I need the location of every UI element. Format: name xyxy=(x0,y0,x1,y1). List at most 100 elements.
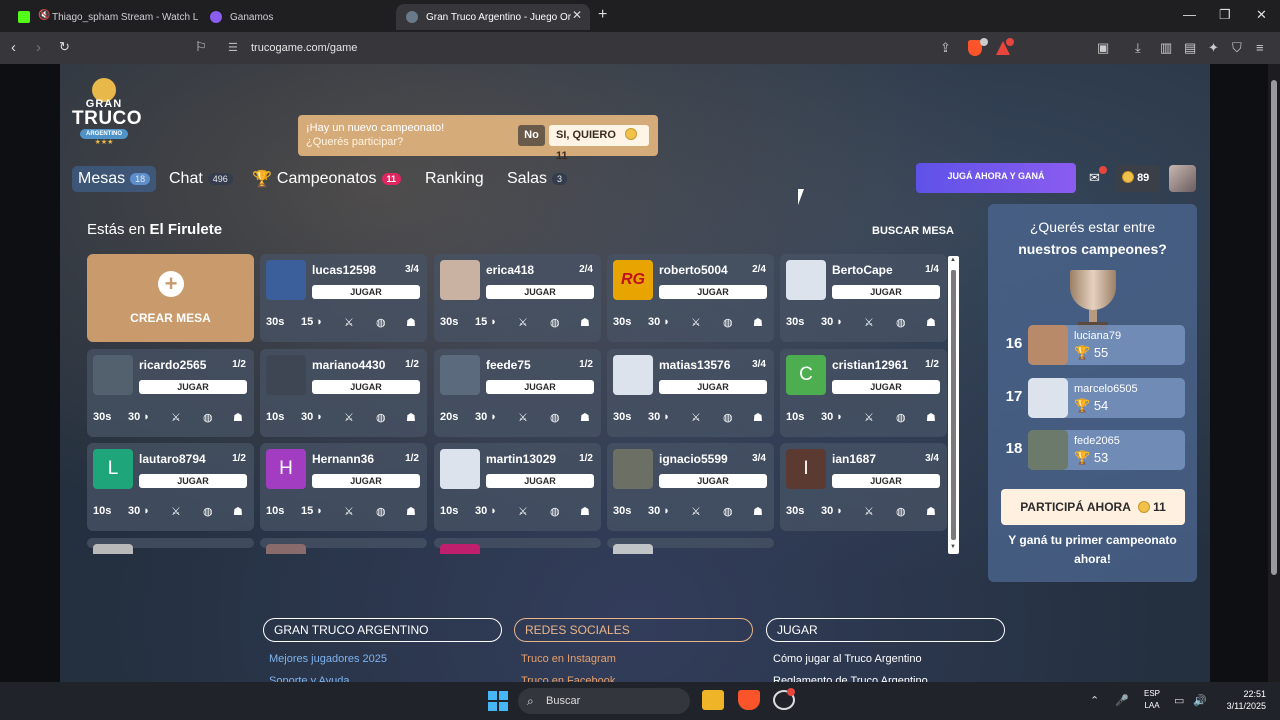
accept-button[interactable]: SI, QUIERO 11 xyxy=(549,125,649,162)
media-icon[interactable]: ▣ xyxy=(1097,40,1109,56)
join-table-button[interactable]: JUGAR xyxy=(832,474,940,488)
wallet-icon[interactable]: ▤ xyxy=(1184,40,1196,56)
table-card[interactable]: lucas12598 3/4 JUGAR 30s 15 ◗ ⚔ ◍ ☗ xyxy=(260,254,427,342)
table-card-partial[interactable] xyxy=(87,538,254,554)
site-settings-icon[interactable]: ☰ xyxy=(228,37,238,59)
table-card[interactable]: erica418 2/4 JUGAR 30s 15 ◗ ⚔ ◍ ☗ xyxy=(434,254,601,342)
page-scrollbar-thumb[interactable] xyxy=(1271,80,1277,575)
ranking-avatar xyxy=(1028,430,1068,470)
ranking-row[interactable]: 17 marcelo6505 🏆 54 xyxy=(1002,378,1185,418)
tab-gran-truco[interactable]: Gran Truco Argentino - Juego Or ✕ xyxy=(396,4,590,30)
taskbar-search[interactable]: ⌕ Buscar xyxy=(518,688,690,714)
table-card[interactable]: Iian1687 3/4 JUGAR 30s 30 ◗ ⚔ ◍ ☗ xyxy=(780,443,947,531)
footer-link-mejores[interactable]: Mejores jugadores 2025 xyxy=(269,653,387,665)
no-flor-icon: ⚔ xyxy=(344,506,354,518)
footer-link-como-jugar[interactable]: Cómo jugar al Truco Argentino xyxy=(773,653,922,665)
chat-icon: ◍ xyxy=(896,506,906,518)
tables-scrollbar-thumb[interactable] xyxy=(951,270,956,540)
join-table-button[interactable]: JUGAR xyxy=(659,285,767,299)
table-card[interactable]: Llautaro8794 1/2 JUGAR 10s 30 ◗ ⚔ ◍ ☗ xyxy=(87,443,254,531)
system-clock[interactable]: 22:51 3/11/2025 xyxy=(1214,688,1266,712)
volume-icon[interactable]: 🔊 xyxy=(1193,694,1207,707)
forward-icon[interactable]: › xyxy=(36,39,41,56)
footer-link-facebook[interactable]: Truco en Facebook xyxy=(521,675,615,682)
ranking-row[interactable]: 16 luciana79 🏆 55 xyxy=(1002,325,1185,365)
table-card[interactable]: H Hernann36 1/2 JUGAR 10s 15 ◗ ⚔ ◍ ☗ xyxy=(260,443,427,531)
sidebar-icon[interactable]: ▥ xyxy=(1160,40,1172,56)
url-field[interactable]: ☰ trucogame.com/game xyxy=(216,37,1016,59)
create-table-button[interactable]: + CREAR MESA xyxy=(87,254,254,342)
maximize-icon[interactable]: ❐ xyxy=(1219,7,1231,23)
join-table-button[interactable]: JUGAR xyxy=(832,285,940,299)
tab-kick-stream[interactable]: 🔇 Thiago_spham Stream - Watch L xyxy=(8,4,198,30)
table-card[interactable]: matias13576 3/4 JUGAR 30s 30 ◗ ⚔ ◍ ☗ xyxy=(607,349,774,437)
join-table-button[interactable]: JUGAR xyxy=(312,474,420,488)
download-icon[interactable]: ⤓ xyxy=(1135,40,1141,56)
close-tab-icon[interactable]: ✕ xyxy=(572,8,582,22)
scroll-down-icon[interactable]: ▼ xyxy=(950,544,956,550)
table-card[interactable]: ignacio5599 3/4 JUGAR 30s 30 ◗ ⚔ ◍ ☗ xyxy=(607,443,774,531)
reload-icon[interactable]: ↻ xyxy=(59,39,70,55)
join-table-button[interactable]: JUGAR xyxy=(312,285,420,299)
join-table-button[interactable]: JUGAR xyxy=(486,474,594,488)
ranking-row[interactable]: 18 fede2065 🏆 53 xyxy=(1002,430,1185,470)
nav-ranking[interactable]: Ranking xyxy=(425,166,484,192)
nav-chat[interactable]: Chat 496 xyxy=(169,166,233,192)
microphone-icon[interactable]: 🎤 xyxy=(1115,694,1129,707)
join-table-button[interactable]: JUGAR xyxy=(832,380,940,394)
nav-salas[interactable]: Salas 3 xyxy=(507,166,568,192)
tray-chevron-icon[interactable]: ⌃ xyxy=(1090,694,1099,707)
join-table-button[interactable]: JUGAR xyxy=(486,285,594,299)
table-card[interactable]: Ccristian12961 1/2 JUGAR 10s 30 ◗ ⚔ ◍ ☗ xyxy=(780,349,947,437)
bookmark-icon[interactable]: ⚐ xyxy=(195,39,207,55)
vpn-icon[interactable]: ⛉ xyxy=(1232,40,1242,56)
join-table-button[interactable]: JUGAR xyxy=(659,380,767,394)
accept-label: SI, QUIERO xyxy=(556,129,616,141)
mail-icon[interactable]: ✉ xyxy=(1089,170,1100,186)
windows-start-icon[interactable] xyxy=(488,691,508,711)
join-table-button[interactable]: JUGAR xyxy=(312,380,420,394)
table-card[interactable]: RG roberto5004 2/4 JUGAR 30s 30 ◗ ⚔ ◍ ☗ xyxy=(607,254,774,342)
table-card[interactable]: BertoCape 1/4 JUGAR 30s 30 ◗ ⚔ ◍ ☗ xyxy=(780,254,947,342)
network-icon[interactable]: ▭ xyxy=(1174,694,1184,707)
join-table-button[interactable]: JUGAR xyxy=(659,474,767,488)
search-table-button[interactable]: BUSCAR MESA xyxy=(866,220,960,242)
table-card[interactable]: mariano4430 1/2 JUGAR 10s 30 ◗ ⚔ ◍ ☗ xyxy=(260,349,427,437)
table-card-partial[interactable] xyxy=(607,538,774,554)
user-avatar[interactable] xyxy=(1169,165,1196,192)
leo-ai-icon[interactable]: ✦ xyxy=(1208,40,1219,56)
participate-button[interactable]: PARTICIPÁ AHORA 11 xyxy=(1001,489,1185,525)
play-now-button[interactable]: JUGÁ AHORA Y GANÁ xyxy=(916,163,1076,193)
language-indicator[interactable]: ESP LAA xyxy=(1140,688,1164,712)
menu-icon[interactable]: ≡ xyxy=(1256,40,1264,55)
minimize-icon[interactable]: — xyxy=(1183,7,1196,22)
footer-link-reglamento[interactable]: Reglamento de Truco Argentino xyxy=(773,675,928,682)
nav-mesas[interactable]: Mesas 18 xyxy=(72,166,157,192)
decline-button[interactable]: No xyxy=(518,125,545,146)
join-table-button[interactable]: JUGAR xyxy=(486,380,594,394)
table-card-partial[interactable] xyxy=(434,538,601,554)
no-flor-icon: ⚔ xyxy=(344,317,354,329)
footer-link-soporte[interactable]: Soporte y Ayuda xyxy=(269,675,350,682)
nav-campeonatos[interactable]: 🏆 Campeonatos 11 xyxy=(252,166,402,192)
share-icon[interactable]: ⇪ xyxy=(940,40,951,56)
tables-scrollbar[interactable]: ▲ ▼ xyxy=(948,256,959,554)
tab-ganamos[interactable]: Ganamos xyxy=(200,4,390,30)
join-table-button[interactable]: JUGAR xyxy=(139,474,247,488)
back-icon[interactable]: ‹ xyxy=(11,39,16,56)
brave-taskbar-icon[interactable] xyxy=(738,690,760,710)
new-tab-icon[interactable]: + xyxy=(598,6,607,24)
gran-truco-logo[interactable]: GRAN TRUCO ARGENTINO ★★★ xyxy=(72,78,142,146)
clock-time: 22:51 xyxy=(1243,689,1266,699)
coin-balance[interactable]: 89 xyxy=(1116,165,1160,192)
tab-title: Ganamos xyxy=(230,11,274,23)
table-card[interactable]: ricardo2565 1/2 JUGAR 30s 30 ◗ ⚔ ◍ ☗ xyxy=(87,349,254,437)
table-card-partial[interactable] xyxy=(260,538,427,554)
file-explorer-icon[interactable] xyxy=(702,690,724,710)
join-table-button[interactable]: JUGAR xyxy=(139,380,247,394)
scroll-up-icon[interactable]: ▲ xyxy=(950,257,956,263)
table-card[interactable]: martin13029 1/2 JUGAR 10s 30 ◗ ⚔ ◍ ☗ xyxy=(434,443,601,531)
close-window-icon[interactable]: ✕ xyxy=(1256,7,1267,23)
footer-link-instagram[interactable]: Truco en Instagram xyxy=(521,653,616,665)
table-card[interactable]: feede75 1/2 JUGAR 20s 30 ◗ ⚔ ◍ ☗ xyxy=(434,349,601,437)
